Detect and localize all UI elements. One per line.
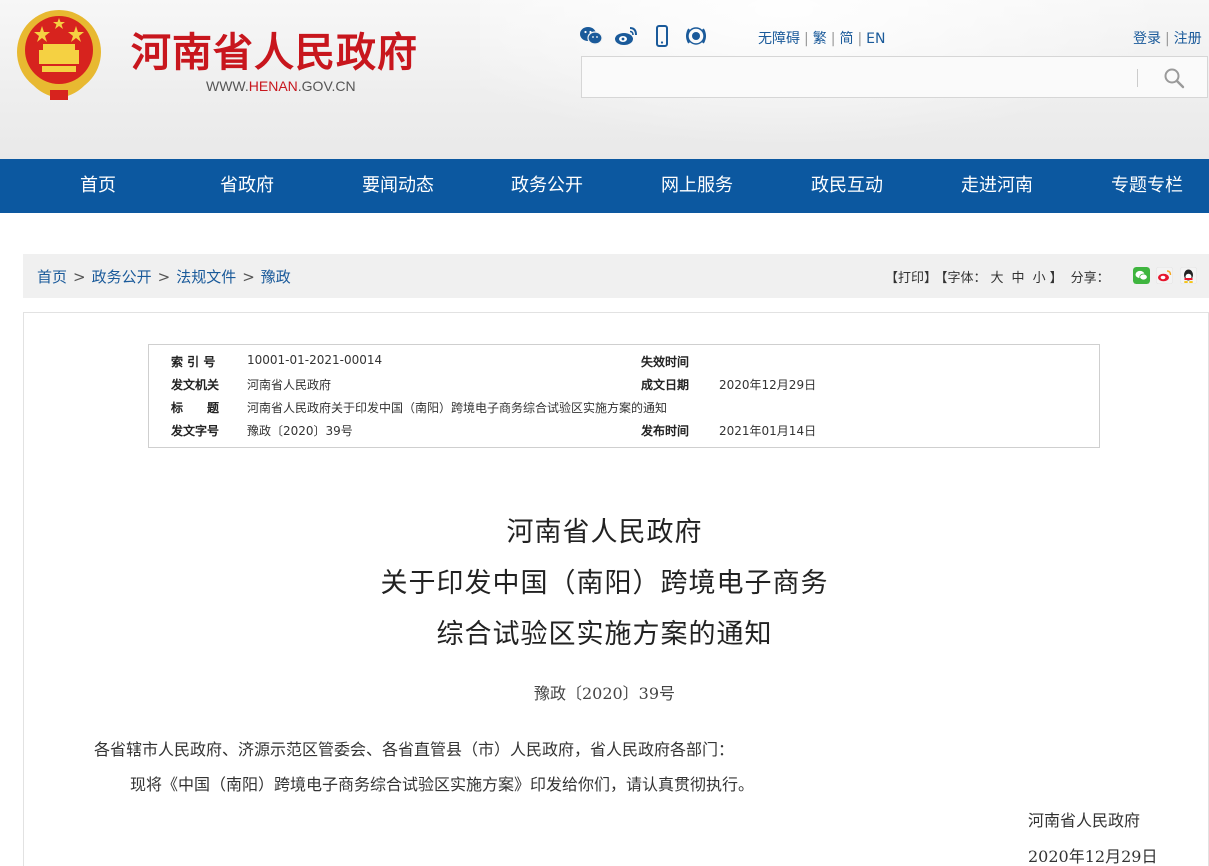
document-number: 豫政〔2020〕39号 (533, 684, 676, 703)
site-title: 河南省人民政府 (131, 30, 418, 76)
document-title-line-1: 河南省人民政府 (506, 517, 703, 548)
nav-item-affairs[interactable]: 政务公开 (472, 159, 622, 213)
nav-item-home[interactable]: 首页 (23, 159, 173, 213)
breadcrumb-regulations[interactable]: 法规文件 (176, 268, 236, 286)
weibo-icon[interactable] (614, 25, 638, 47)
meta-published-value: 2021年01月14日 (719, 424, 817, 438)
font-large-button[interactable]: 大 (991, 271, 1004, 286)
breadcrumb-separator: > (157, 268, 171, 286)
share-label: 分享： (1070, 271, 1110, 286)
breadcrumb-separator: > (242, 268, 255, 286)
page-tools: 【打印】 【字体： 大中小】分享： (885, 267, 1114, 286)
register-link[interactable]: 注册 (1174, 31, 1202, 47)
english-link[interactable]: EN (866, 31, 885, 47)
search-icon[interactable] (1162, 66, 1186, 90)
nav-item-government[interactable]: 省政府 (172, 159, 322, 213)
meta-docno-label: 发文字号 (171, 424, 220, 438)
share-qq-icon[interactable] (1180, 267, 1197, 284)
broadcast-icon[interactable] (684, 25, 708, 47)
meta-expire-label: 失效时间 (641, 355, 690, 369)
share-wechat-icon[interactable] (1133, 267, 1150, 284)
meta-index-label: 索 引 号 (171, 355, 216, 369)
meta-index-value: 10001-01-2021-00014 (247, 353, 383, 367)
font-size-close: 】 (1049, 271, 1063, 286)
search-divider (1137, 69, 1138, 87)
breadcrumb-yuzheng[interactable]: 豫政 (261, 268, 291, 286)
simplified-chinese-link[interactable]: 简 (839, 31, 853, 47)
meta-issuer-label: 发文机关 (171, 378, 220, 392)
language-switcher: 无障碍 | 繁 | 简 | EN (758, 31, 886, 47)
print-button[interactable]: 【打印】 (885, 271, 937, 286)
breadcrumb-affairs[interactable]: 政务公开 (92, 268, 152, 286)
breadcrumb-separator: > (73, 268, 86, 286)
meta-created-value: 2020年12月29日 (719, 378, 817, 392)
document-date: 2020年12月29日 (1028, 847, 1158, 866)
auth-links: 登录 | 注册 (1133, 31, 1202, 47)
nav-item-about-henan[interactable]: 走进河南 (922, 159, 1072, 213)
nav-item-topics[interactable]: 专题专栏 (1072, 159, 1209, 213)
meta-title-value: 河南省人民政府关于印发中国（南阳）跨境电子商务综合试验区实施方案的通知 (247, 401, 668, 415)
nav-item-interaction[interactable]: 政民互动 (772, 159, 922, 213)
traditional-chinese-link[interactable]: 繁 (813, 31, 827, 47)
wechat-icon[interactable] (579, 25, 603, 47)
main-navigation: 首页 省政府 要闻动态 政务公开 网上服务 政民互动 走进河南 专题专栏 (0, 159, 1209, 213)
meta-published-label: 发布时间 (641, 424, 690, 438)
login-link[interactable]: 登录 (1133, 31, 1161, 47)
nav-item-services[interactable]: 网上服务 (622, 159, 772, 213)
meta-docno-value: 豫政〔2020〕39号 (247, 424, 353, 438)
font-medium-button[interactable]: 中 (1012, 271, 1025, 286)
document-body-paragraph: 现将《中国（南阳）跨境电子商务综合试验区实施方案》印发给你们，请认真贯彻执行。 (130, 775, 755, 794)
document-title-line-3: 综合试验区实施方案的通知 (436, 619, 773, 650)
breadcrumb: 首页 > 政务公开 > 法规文件 > 豫政 (37, 266, 291, 287)
font-small-button[interactable]: 小 (1033, 271, 1046, 286)
document-salutation: 各省辖市人民政府、济源示范区管委会、各省直管县（市）人民政府，省人民政府各部门： (94, 740, 735, 759)
nav-item-news[interactable]: 要闻动态 (323, 159, 473, 213)
document-metadata-table: 索 引 号 10001-01-2021-00014 失效时间 发文机关 河南省人… (148, 344, 1100, 448)
site-url-suffix: .GOV.CN (297, 78, 356, 94)
site-header: 河南省人民政府 WWW.HENAN.GOV.CN 无障碍 | 繁 | 简 | EN 登录 | 注… (0, 0, 1209, 159)
document-title-line-2: 关于印发中国（南阳）跨境电子商务 (380, 568, 829, 599)
search-input[interactable] (590, 65, 1130, 89)
breadcrumb-home[interactable]: 首页 (37, 268, 67, 286)
site-url-brand: HENAN (248, 78, 298, 94)
site-url-prefix: WWW. (206, 78, 249, 94)
meta-created-label: 成文日期 (641, 378, 690, 392)
meta-issuer-value: 河南省人民政府 (247, 378, 332, 392)
share-weibo-icon[interactable] (1156, 267, 1173, 284)
meta-title-label: 标 题 (171, 401, 220, 415)
search-box (581, 56, 1208, 98)
national-emblem-icon (17, 10, 101, 100)
breadcrumb-bar: 首页 > 政务公开 > 法规文件 > 豫政 【打印】 【字体： 大中小】分享： (23, 254, 1209, 298)
font-size-label: 【字体： (941, 271, 987, 286)
site-url: WWW.HENAN.GOV.CN (206, 78, 356, 94)
mobile-icon[interactable] (650, 25, 674, 47)
accessibility-link[interactable]: 无障碍 (758, 31, 800, 47)
document-signature: 河南省人民政府 (1028, 811, 1141, 830)
